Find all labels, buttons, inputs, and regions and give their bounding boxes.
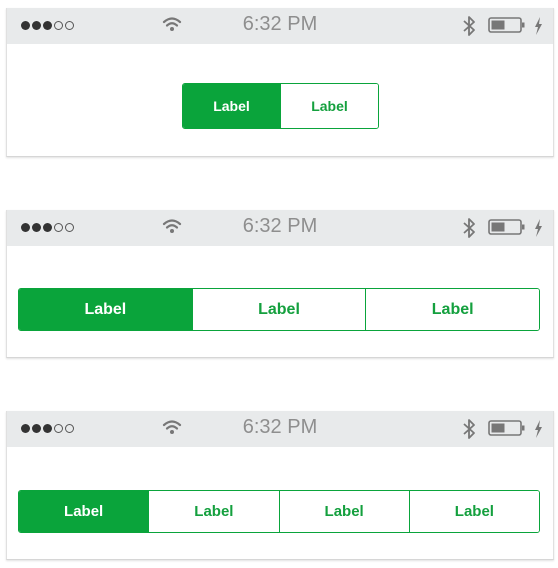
segment-2[interactable]: Label: [191, 289, 366, 330]
phone-screen-3: 6:32 PM Label Label Label Label: [6, 411, 554, 560]
phone-screen-1: 6:32 PM Label Label: [6, 8, 554, 157]
segment-3[interactable]: Label: [278, 491, 409, 532]
segmented-control-3: Label Label Label: [18, 288, 540, 331]
charging-bolt-icon: [535, 17, 542, 35]
segmented-control-2: Label Label: [182, 83, 379, 129]
bluetooth-icon: [463, 16, 475, 36]
segment-1[interactable]: Label: [19, 289, 192, 330]
phone-screen-2: 6:32 PM Label Label Label: [6, 210, 554, 358]
bluetooth-icon: [463, 419, 475, 439]
segment-1[interactable]: Label: [19, 491, 149, 532]
battery-icon: [488, 17, 525, 33]
segment-1[interactable]: Label: [183, 84, 280, 128]
charging-bolt-icon: [535, 219, 542, 237]
segmented-control-4: Label Label Label Label: [18, 490, 540, 533]
battery-icon: [488, 420, 525, 436]
charging-bolt-icon: [535, 420, 542, 438]
segment-2[interactable]: Label: [148, 491, 279, 532]
segment-4[interactable]: Label: [408, 491, 539, 532]
status-bar: 6:32 PM: [7, 210, 553, 246]
status-bar: 6:32 PM: [7, 8, 553, 44]
bluetooth-icon: [463, 218, 475, 238]
segment-2[interactable]: Label: [280, 84, 378, 128]
battery-icon: [488, 219, 525, 235]
status-bar: 6:32 PM: [7, 411, 553, 447]
segment-3[interactable]: Label: [365, 289, 539, 330]
